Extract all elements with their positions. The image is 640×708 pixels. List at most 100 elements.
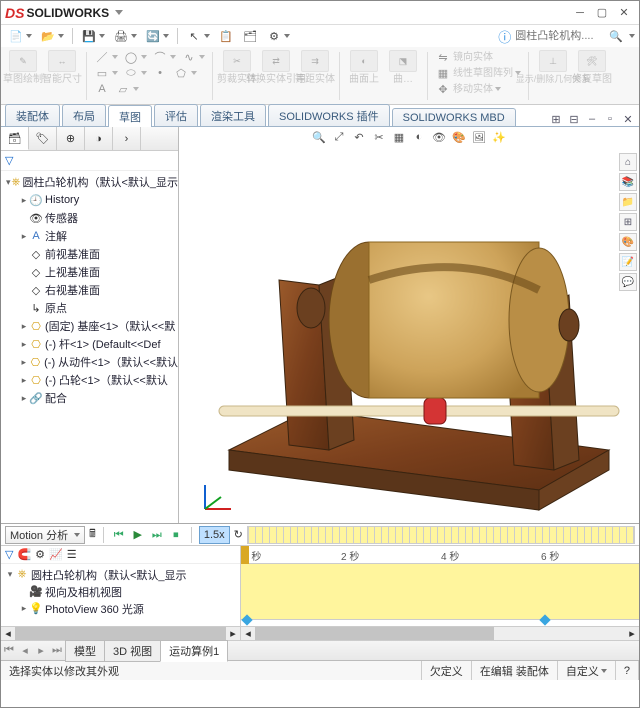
point-tool[interactable]: • (151, 65, 169, 81)
text-tool[interactable]: A (93, 81, 111, 97)
fm-tab-prop[interactable]: 🏷 (29, 127, 57, 150)
tree-mates[interactable]: ▸🔗配合 (1, 389, 178, 407)
motion-tree-views[interactable]: 🎥视向及相机视图 (1, 583, 240, 600)
fm-filter-icon[interactable]: ▽ (5, 548, 13, 561)
print-button[interactable]: 🖨 (110, 26, 140, 46)
convert-button[interactable]: ⇄转换实体引用 (258, 49, 294, 86)
btab-model[interactable]: 模型 (65, 640, 105, 662)
select-button[interactable]: ↖ (183, 26, 213, 46)
arc-tool[interactable]: ⌒ (151, 49, 177, 65)
stop-icon[interactable]: ⏹ (168, 527, 184, 543)
loop-icon[interactable]: ↻ (234, 528, 243, 541)
tab-nav-first[interactable]: ⏮ (1, 644, 17, 657)
tree-part-cam[interactable]: ▸⎔(-) 凸轮<1>（默认<<默认 (1, 371, 178, 389)
calc-icon[interactable]: 🖩 (89, 525, 96, 544)
tab-opt2-icon[interactable]: ⊟ (567, 112, 581, 126)
play-icon[interactable]: ▶ (130, 526, 146, 542)
circle-tool[interactable]: ◯ (122, 49, 148, 65)
fm-tab-config[interactable]: ⊕ (57, 127, 85, 150)
status-help-icon[interactable]: ? (616, 661, 639, 680)
move-button[interactable]: ✥移动实体 (434, 81, 502, 97)
tree-right-plane[interactable]: ◇右视基准面 (1, 281, 178, 299)
tab-evaluate[interactable]: 评估 (154, 104, 198, 126)
speed-select[interactable]: 1.5x (199, 526, 230, 544)
smart-dim-button[interactable]: ↔智能尺寸 (44, 49, 80, 86)
play-start-icon[interactable]: ⏮ (111, 527, 127, 543)
tab-opt1-icon[interactable]: ⊞ (549, 112, 563, 126)
motion-type-select[interactable]: Motion 分析 (5, 526, 85, 544)
tree-origin[interactable]: ↳原点 (1, 299, 178, 317)
surface-button[interactable]: ⬔曲… (385, 49, 421, 86)
mb-i4[interactable]: ☰ (67, 548, 77, 561)
tab-opt3-icon[interactable]: – (585, 112, 599, 126)
search-drop-icon[interactable] (629, 34, 635, 38)
view-orient-icon[interactable]: ▦ (391, 129, 407, 145)
motion-timeline-area[interactable]: 0 秒 2 秒 4 秒 6 秒 ◂▸ (241, 546, 639, 640)
tab-nav-prev[interactable]: ◂ (17, 644, 33, 657)
tree-part-follower[interactable]: ▸⎔(-) 从动件<1>（默认<<默认 (1, 353, 178, 371)
task-home-icon[interactable]: ⌂ (619, 153, 637, 171)
motion-scrubber[interactable] (247, 526, 635, 544)
refresh-button[interactable]: 🔄 (142, 26, 172, 46)
doc-name-field[interactable] (515, 30, 605, 42)
pattern-button[interactable]: ▦线性草图阵列 (434, 65, 522, 81)
task-forum-icon[interactable]: 💬 (619, 273, 637, 291)
zoom-window-icon[interactable]: ⤢ (331, 129, 347, 145)
motion-left-scroll[interactable]: ◂▸ (1, 626, 240, 640)
tab-render[interactable]: 渲染工具 (200, 104, 266, 126)
line-tool[interactable]: ／ (93, 49, 119, 65)
display-style-icon[interactable]: ◐ (411, 129, 427, 145)
graphics-area[interactable]: 🔍 ⤢ ↶ ✂ ▦ ◐ 👁 🎨 🖼 ✨ (179, 127, 639, 523)
slot-tool[interactable]: ▱ (114, 81, 140, 97)
spline-tool[interactable]: ∿ (180, 49, 206, 65)
tree-top-plane[interactable]: ◇上视基准面 (1, 263, 178, 281)
tab-layout[interactable]: 布局 (62, 104, 106, 126)
fm-tab-display[interactable]: ◑ (85, 127, 113, 150)
mb-i2[interactable]: ⚙ (35, 548, 45, 561)
section-view-icon[interactable]: ✂ (371, 129, 387, 145)
options-button[interactable]: 🗂 (239, 26, 261, 46)
relations-button[interactable]: ⊥显示/删除几何关系 (535, 49, 571, 86)
btab-3dview[interactable]: 3D 视图 (104, 640, 161, 662)
task-appear-icon[interactable]: 🎨 (619, 233, 637, 251)
new-button[interactable]: 📄 (5, 26, 35, 46)
maximize-button[interactable]: ▢ (591, 4, 613, 22)
tab-opt4-icon[interactable]: ▫ (603, 112, 617, 126)
status-custom[interactable]: 自定义 (558, 661, 616, 680)
mirror-button[interactable]: ⇋镜向实体 (434, 49, 494, 65)
motion-tree-root[interactable]: ▾⎈圆柱凸轮机构（默认<默认_显示 (1, 566, 240, 583)
tree-front-plane[interactable]: ◇前视基准面 (1, 245, 178, 263)
tree-part-rod[interactable]: ▸⎔(-) 杆<1> (Default<<Def (1, 335, 178, 353)
minimize-button[interactable]: ─ (569, 4, 591, 22)
scene-icon[interactable]: 🖼 (471, 129, 487, 145)
motion-right-scroll[interactable]: ◂▸ (241, 626, 639, 640)
tab-sketch[interactable]: 草图 (108, 105, 152, 127)
motion-tree-pv360[interactable]: ▸💡PhotoView 360 光源 (1, 600, 240, 617)
tab-sw-mbd[interactable]: SOLIDWORKS MBD (392, 108, 516, 126)
task-lib-icon[interactable]: 📚 (619, 173, 637, 191)
tab-nav-next[interactable]: ▸ (33, 644, 49, 657)
mb-i1[interactable]: 🧲 (17, 548, 31, 561)
canvas[interactable]: ⌂ 📚 📁 ⊞ 🎨 📝 💬 (179, 147, 639, 523)
search-icon[interactable]: 🔍 (609, 30, 623, 43)
settings-button[interactable]: ⚙ (263, 26, 293, 46)
fm-filter[interactable]: ▽ (1, 151, 178, 171)
sketch-button[interactable]: ✎草图绘制 (5, 49, 41, 86)
fm-tab-more[interactable]: › (113, 127, 141, 150)
hide-show-icon[interactable]: 👁 (431, 129, 447, 145)
tree-root[interactable]: ▾⎈圆柱凸轮机构（默认<默认_显示 (1, 173, 178, 191)
polygon-tool[interactable]: ⬠ (172, 65, 198, 81)
doc-button[interactable]: 📋 (215, 26, 237, 46)
appearance-icon[interactable]: 🎨 (451, 129, 467, 145)
tree-part-base[interactable]: ▸⎔(固定) 基座<1>（默认<<默 (1, 317, 178, 335)
tab-nav-last[interactable]: ⏭ (49, 644, 65, 657)
task-explorer-icon[interactable]: 📁 (619, 193, 637, 211)
prev-view-icon[interactable]: ↶ (351, 129, 367, 145)
task-view-icon[interactable]: ⊞ (619, 213, 637, 231)
tree-history[interactable]: ▸🕘History (1, 191, 178, 209)
help-icon[interactable]: ⓘ (498, 27, 511, 46)
tab-assembly[interactable]: 装配体 (5, 104, 60, 126)
offset-button[interactable]: ⇉等距实体 (297, 49, 333, 86)
repair-sketch-button[interactable]: 🛠修复草图 (574, 49, 610, 86)
ellipse-tool[interactable]: ⬭ (122, 65, 148, 81)
